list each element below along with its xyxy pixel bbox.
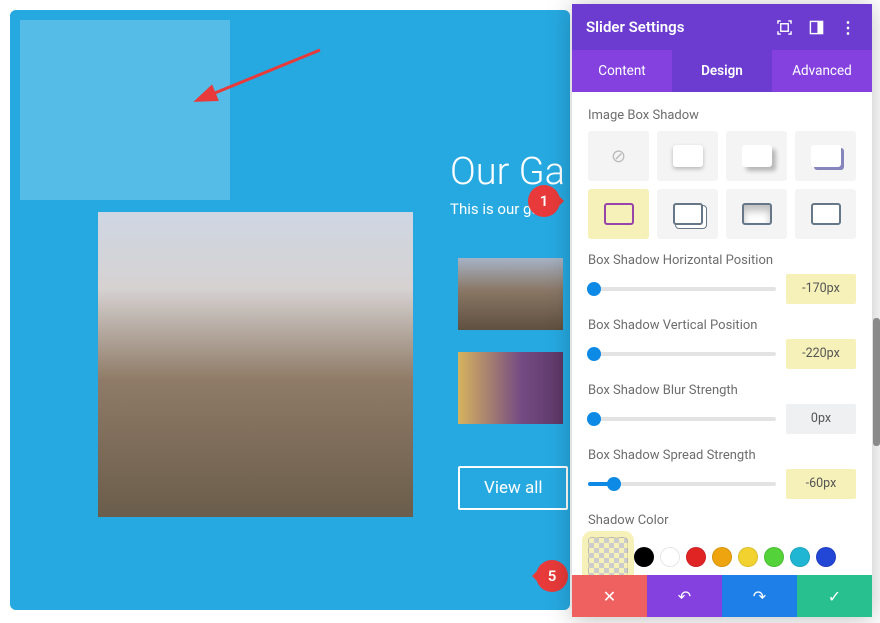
value-horiz[interactable]: -170px xyxy=(786,274,856,304)
gallery-thumb-1[interactable] xyxy=(458,258,563,330)
panel-body[interactable]: Image Box Shadow ⊘ Box Shadow Horizontal… xyxy=(572,92,872,575)
none-icon: ⊘ xyxy=(611,146,626,167)
value-vert[interactable]: -220px xyxy=(786,339,856,369)
label-horiz: Box Shadow Horizontal Position xyxy=(588,253,856,270)
swatch-blue[interactable] xyxy=(816,547,836,567)
gallery-thumb-2[interactable] xyxy=(458,352,563,424)
label-blur: Box Shadow Blur Strength xyxy=(588,383,856,400)
gallery-main-image[interactable] xyxy=(98,212,413,517)
annotation-arrow xyxy=(200,45,330,105)
close-icon: ✕ xyxy=(603,587,616,606)
shadow-preset-7[interactable] xyxy=(795,189,856,239)
swatch-red[interactable] xyxy=(686,547,706,567)
shadow-preset-none[interactable]: ⊘ xyxy=(588,131,649,181)
swatch-white[interactable] xyxy=(660,547,680,567)
label-vert: Box Shadow Vertical Position xyxy=(588,318,856,335)
section-image-box-shadow: Image Box Shadow xyxy=(588,108,856,123)
slider-vert[interactable] xyxy=(588,352,776,356)
slider-horiz[interactable] xyxy=(588,287,776,291)
callout-5: 5 xyxy=(536,560,568,592)
callout-1: 1 xyxy=(528,185,560,217)
shadow-preset-5[interactable] xyxy=(657,189,718,239)
panel-footer: ✕ ↶ ↷ ✓ xyxy=(572,575,872,617)
swatch-green[interactable] xyxy=(764,547,784,567)
label-spread: Box Shadow Spread Strength xyxy=(588,448,856,465)
label-shadow-color: Shadow Color xyxy=(588,513,856,530)
more-icon[interactable]: ⋮ xyxy=(838,17,858,37)
tab-design[interactable]: Design xyxy=(672,50,772,92)
slider-spread[interactable] xyxy=(588,482,776,486)
box-shadow-result xyxy=(20,20,230,200)
value-spread[interactable]: -60px xyxy=(786,469,856,499)
redo-icon: ↷ xyxy=(753,587,766,606)
swatch-cyan[interactable] xyxy=(790,547,810,567)
shadow-preset-4-selected[interactable] xyxy=(588,189,649,239)
swatch-yellow[interactable] xyxy=(738,547,758,567)
confirm-button[interactable]: ✓ xyxy=(797,575,872,617)
value-blur[interactable]: 0px xyxy=(786,404,856,434)
dock-icon[interactable] xyxy=(806,17,826,37)
shadow-preset-1[interactable] xyxy=(657,131,718,181)
tab-advanced[interactable]: Advanced xyxy=(772,50,872,92)
redo-button[interactable]: ↷ xyxy=(722,575,797,617)
panel-title: Slider Settings xyxy=(586,18,684,36)
shadow-preset-6[interactable] xyxy=(726,189,787,239)
tab-content[interactable]: Content xyxy=(572,50,672,92)
swatch-current-transparent[interactable] xyxy=(588,537,628,575)
slider-blur[interactable] xyxy=(588,417,776,421)
undo-button[interactable]: ↶ xyxy=(647,575,722,617)
expand-icon[interactable] xyxy=(774,17,794,37)
page-scrollbar[interactable] xyxy=(873,318,880,446)
panel-header: Slider Settings ⋮ xyxy=(572,4,872,50)
swatch-orange[interactable] xyxy=(712,547,732,567)
view-all-button[interactable]: View all xyxy=(458,466,568,510)
settings-panel: Slider Settings ⋮ Content Design Advance… xyxy=(572,4,872,617)
undo-icon: ↶ xyxy=(678,587,691,606)
check-icon: ✓ xyxy=(828,587,841,606)
panel-tabs: Content Design Advanced xyxy=(572,50,872,92)
swatch-black[interactable] xyxy=(634,547,654,567)
shadow-preset-3[interactable] xyxy=(795,131,856,181)
cancel-button[interactable]: ✕ xyxy=(572,575,647,617)
shadow-preset-2[interactable] xyxy=(726,131,787,181)
